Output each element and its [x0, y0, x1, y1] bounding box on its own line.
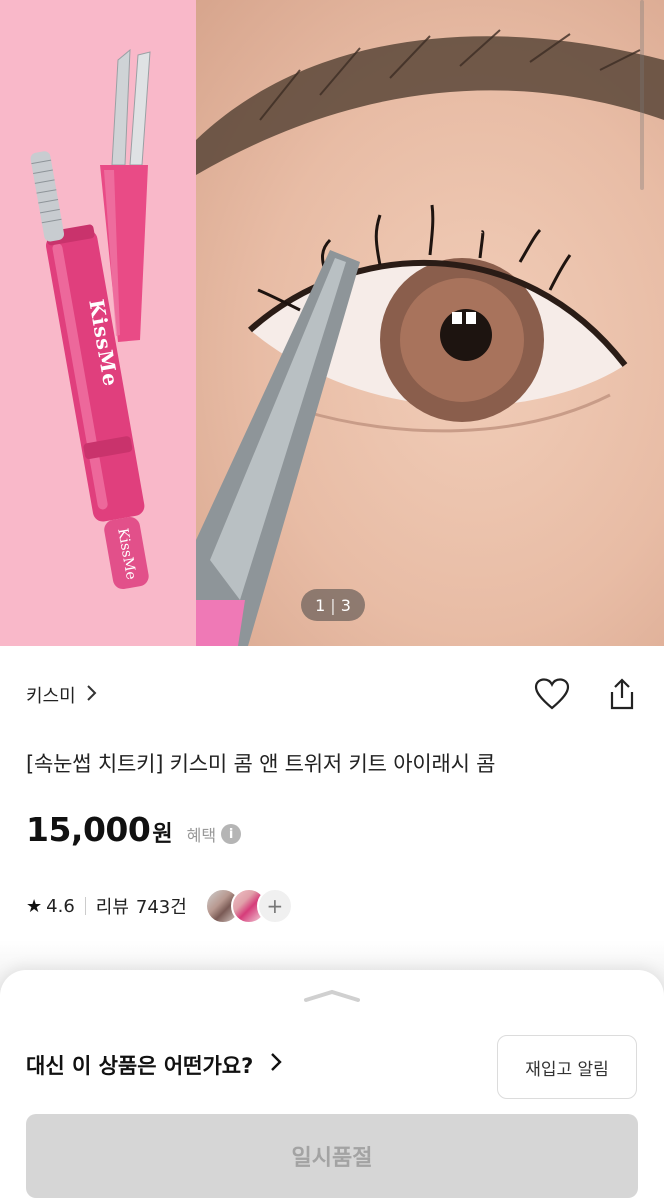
wishlist-button[interactable] [532, 676, 572, 716]
info-icon: i [221, 824, 242, 844]
pager-current: 1 [315, 595, 326, 615]
review-count: 743건 [135, 897, 187, 918]
benefit-button[interactable]: 혜택 i [186, 822, 242, 846]
image-pager: 1 | 3 [301, 589, 365, 621]
chevron-right-icon [269, 1052, 283, 1078]
divider [84, 897, 86, 915]
review-summary[interactable]: ★ 4.6 리뷰 743건 + [26, 884, 293, 928]
heart-icon [534, 678, 570, 714]
benefit-label: 혜택 [186, 826, 217, 845]
plus-icon[interactable]: + [256, 888, 293, 924]
rating-value: 4.6 [46, 895, 75, 917]
chevron-up-icon[interactable] [302, 988, 362, 1002]
bottom-sheet: 대신 이 상품은 어떤가요? 재입고 알림 일시품절 [0, 970, 664, 1200]
pager-separator: | [330, 595, 336, 615]
chevron-right-icon [86, 684, 98, 707]
brand-link[interactable]: 키스미 [26, 682, 98, 708]
star-icon: ★ [26, 895, 43, 917]
suggestion-label: 대신 이 상품은 어떤가요? [26, 1054, 254, 1078]
pager-total: 3 [340, 595, 351, 615]
product-title: [속눈썹 치트키] 키스미 콤 앤 트위저 키트 아이래시 콤 [26, 752, 496, 776]
restock-alert-button[interactable]: 재입고 알림 [497, 1035, 637, 1099]
scroll-indicator [640, 0, 644, 190]
review-label: 리뷰 [95, 897, 129, 918]
review-thumbnails[interactable]: + [204, 888, 293, 924]
product-illustration: KissMe KissMe [30, 29, 664, 646]
product-image-carousel[interactable]: KissMe KissMe 1 | 3 [0, 0, 664, 646]
soldout-button[interactable]: 일시품절 [26, 1114, 638, 1198]
share-button[interactable] [602, 676, 642, 716]
alternative-suggestion-link[interactable]: 대신 이 상품은 어떤가요? [26, 1050, 283, 1080]
share-icon [609, 678, 635, 714]
price-unit: 원 [152, 822, 173, 847]
price-amount: 15,000 [26, 810, 151, 849]
price-row: 15,000 원 혜택 i [26, 810, 242, 849]
brand-name: 키스미 [26, 686, 76, 707]
